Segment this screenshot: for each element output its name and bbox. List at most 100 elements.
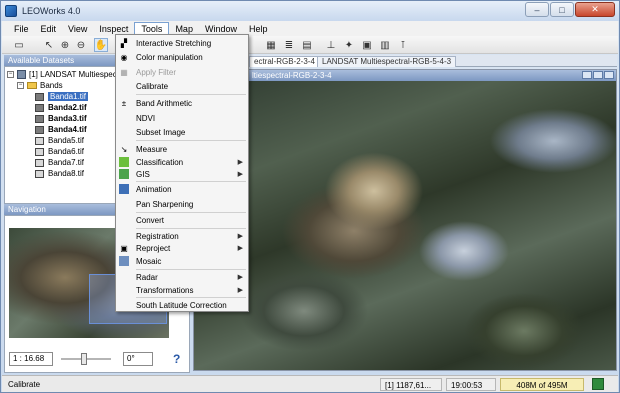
chart-icon[interactable]: ▥ xyxy=(378,38,392,52)
zoom-slider-thumb[interactable] xyxy=(81,353,87,365)
tree-row-band[interactable]: Banda2.tif xyxy=(35,102,87,113)
tree-row-band[interactable]: Banda5.tif xyxy=(35,135,84,146)
menu-help[interactable]: Help xyxy=(243,23,274,35)
gis-icon xyxy=(119,169,129,179)
collapse-icon[interactable]: − xyxy=(7,71,14,78)
image-minimize-icon[interactable] xyxy=(582,71,592,79)
transformations-icon xyxy=(119,285,129,295)
band-label: Banda2.tif xyxy=(48,103,87,112)
submenu-arrow-icon: ▶ xyxy=(237,159,243,166)
label: South Latitude Correction xyxy=(136,300,227,310)
navigation-panel-title: Navigation xyxy=(8,205,46,214)
menu-item-convert[interactable]: Convert xyxy=(116,214,248,226)
tools-menu: ▞ Interactive Stretching ◉ Color manipulat… xyxy=(115,34,249,312)
menu-item-classification[interactable]: Classification ▶ xyxy=(116,156,248,168)
label: Registration xyxy=(136,231,179,241)
arithmetic-icon: ± xyxy=(121,98,127,108)
menu-item-pan-sharpening[interactable]: Pan Sharpening xyxy=(116,198,248,210)
label: Pan Sharpening xyxy=(136,199,194,209)
menu-item-south-latitude-correction[interactable]: South Latitude Correction xyxy=(116,299,248,311)
band-icon xyxy=(35,147,44,156)
menu-item-apply-filter: ▦ Apply Filter xyxy=(116,66,248,78)
label: Subset Image xyxy=(136,127,186,137)
menu-item-gis[interactable]: GIS ▶ xyxy=(116,168,248,180)
tree-row-band[interactable]: Banda8.tif xyxy=(35,168,84,179)
pointer-icon[interactable]: ↖ xyxy=(42,38,56,52)
satellite-image[interactable] xyxy=(194,81,616,370)
menu-item-transformations[interactable]: Transformations ▶ xyxy=(116,284,248,296)
zoom-field[interactable]: 1 : 16.68 xyxy=(9,352,53,366)
menu-item-band-arithmetic[interactable]: ± Band Arithmetic xyxy=(116,97,248,109)
menu-map[interactable]: Map xyxy=(169,23,199,35)
band-label: Banda6.tif xyxy=(48,147,85,156)
menu-item-animation[interactable]: Animation xyxy=(116,183,248,195)
menu-item-calibrate[interactable]: Calibrate xyxy=(116,80,248,92)
datasets-panel-title: Available Datasets xyxy=(8,56,75,65)
label: Band Arithmetic xyxy=(136,98,193,108)
menu-item-mosaic[interactable]: Mosaic xyxy=(116,255,248,267)
pan-hand-icon[interactable]: ✋ xyxy=(94,38,108,52)
label: Classification xyxy=(136,157,184,167)
tree-row-band[interactable]: Banda7.tif xyxy=(35,157,84,168)
classification-icon xyxy=(119,157,129,167)
tab-rgb-543[interactable]: LANDSAT Multiespectral-RGB-5-4-3 xyxy=(317,56,457,67)
satellite-icon[interactable]: ✦ xyxy=(342,38,356,52)
band-label: Banda5.tif xyxy=(48,136,85,145)
database-icon[interactable]: ≣ xyxy=(282,38,296,52)
menu-file[interactable]: File xyxy=(8,23,35,35)
zoom-out-icon[interactable]: ⊖ xyxy=(74,38,88,52)
zoom-in-icon[interactable]: ⊕ xyxy=(58,38,72,52)
menu-view[interactable]: View xyxy=(62,23,93,35)
menu-window[interactable]: Window xyxy=(199,23,243,35)
tree-row-bands-folder[interactable]: − Bands xyxy=(17,80,63,91)
menu-item-radar[interactable]: Radar ▶ xyxy=(116,271,248,283)
menu-item-measure[interactable]: ↘ Measure xyxy=(116,143,248,155)
ndvi-icon xyxy=(119,113,129,123)
maximize-button[interactable]: □ xyxy=(550,2,574,17)
menu-item-registration[interactable]: Registration ▶ xyxy=(116,230,248,242)
minimize-button[interactable]: – xyxy=(525,2,549,17)
open-folder-icon[interactable]: ▭ xyxy=(12,38,26,52)
menu-edit[interactable]: Edit xyxy=(35,23,63,35)
tree-row-band[interactable]: Banda3.tif xyxy=(35,113,87,124)
tree-row-dataset[interactable]: − [1] LANDSAT Multiespectral xyxy=(7,69,128,80)
band-icon xyxy=(35,136,44,145)
tab-rgb-234[interactable]: ectral-RGB-2-3-4 xyxy=(249,56,320,67)
menu-item-reproject[interactable]: ▣ Reproject ▶ xyxy=(116,242,248,254)
antenna-icon[interactable]: ⊺ xyxy=(396,38,410,52)
stack-icon[interactable]: ▤ xyxy=(300,38,314,52)
label: Convert xyxy=(136,215,165,225)
tree-row-band[interactable]: Banda4.tif xyxy=(35,124,87,135)
status-bar: Calibrate [1] 1187,61... 19:00:53 408M o… xyxy=(2,375,618,392)
grid-icon[interactable]: ▦ xyxy=(264,38,278,52)
menu-item-subset-image[interactable]: Subset Image xyxy=(116,126,248,138)
image-window-header: ltiespectral-RGB-2-3-4 xyxy=(194,70,616,81)
toolbar: ▭ ↖ ⊕ ⊖ ✋ ▦ ≣ ▤ ⊥ ✦ ▣ ▥ ⊺ xyxy=(2,36,618,54)
menu-separator xyxy=(136,94,246,95)
label: Calibrate xyxy=(136,81,169,91)
menu-separator xyxy=(136,181,246,182)
menu-inspect[interactable]: Inspect xyxy=(93,23,134,35)
calibrate-icon xyxy=(119,81,129,91)
image-close-icon[interactable] xyxy=(604,71,614,79)
tree-row-band[interactable]: Banda6.tif xyxy=(35,146,84,157)
label: Measure xyxy=(136,144,168,154)
close-button[interactable]: ✕ xyxy=(575,2,615,17)
classify-icon[interactable]: ▣ xyxy=(360,38,374,52)
rotation-field[interactable]: 0° xyxy=(123,352,153,366)
help-icon[interactable]: ? xyxy=(173,352,180,366)
menu-item-color-manipulation[interactable]: ◉ Color manipulation xyxy=(116,51,248,63)
image-restore-icon[interactable] xyxy=(593,71,603,79)
menu-item-ndvi[interactable]: NDVI xyxy=(116,112,248,124)
band-label: Banda1.tif xyxy=(48,92,89,101)
label: Transformations xyxy=(136,285,194,295)
ruler-icon[interactable]: ⊥ xyxy=(324,38,338,52)
title-bar: LEOWorks 4.0 – □ ✕ xyxy=(1,1,619,21)
menu-item-interactive-stretching[interactable]: ▞ Interactive Stretching xyxy=(116,37,248,49)
garbage-collect-icon[interactable] xyxy=(592,378,604,390)
collapse-icon[interactable]: − xyxy=(17,82,24,89)
tree-row-band[interactable]: Banda1.tif xyxy=(35,91,89,102)
band-icon xyxy=(35,169,44,178)
pan-sharpening-icon xyxy=(119,199,129,209)
status-time: 19:00:53 xyxy=(446,378,496,391)
